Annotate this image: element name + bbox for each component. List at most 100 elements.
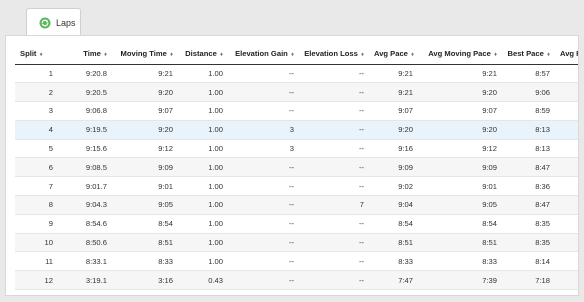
cell-avg-run-cadence bbox=[555, 214, 578, 234]
cell-elevation-gain: -- bbox=[228, 214, 299, 234]
summary-cell-avg-pace: 9:02 bbox=[369, 289, 418, 295]
cell-elevation-loss: -- bbox=[299, 82, 369, 103]
cell-avg-pace: 9:09 bbox=[369, 157, 418, 178]
cell-time: 9:15.6 bbox=[58, 139, 112, 159]
cell-moving-time: 9:09 bbox=[112, 157, 178, 178]
cell-avg-moving-pace: 9:01 bbox=[418, 176, 502, 197]
sort-icon: ♦ bbox=[290, 51, 294, 58]
column-header-label: Avg Run Cadence bbox=[560, 48, 578, 58]
cell-best-pace: 8:13 bbox=[502, 139, 555, 159]
cell-split: 9 bbox=[15, 214, 58, 234]
cell-time: 9:20.5 bbox=[58, 82, 112, 103]
cell-avg-pace: 9:07 bbox=[369, 101, 418, 121]
cell-time: 9:19.5 bbox=[58, 120, 112, 140]
table-header-row: Split ♦ Time ♦ Moving Time ♦ Distance ♦ Elev… bbox=[15, 43, 578, 65]
column-header-label: Avg Moving Pace bbox=[428, 48, 491, 58]
table-row[interactable]: 8 9:04.3 9:05 1.00 -- 7 9:04 9:05 8:47 bbox=[15, 195, 578, 215]
cell-avg-run-cadence bbox=[555, 139, 578, 159]
cell-elevation-loss: -- bbox=[299, 157, 369, 178]
table-row[interactable]: 4 9:19.5 9:20 1.00 3 -- 9:20 9:20 8:13 bbox=[15, 120, 578, 140]
cell-avg-run-cadence bbox=[555, 195, 578, 215]
cell-elevation-loss: -- bbox=[299, 101, 369, 121]
cell-split: 12 bbox=[15, 270, 58, 291]
sort-icon: ♦ bbox=[493, 51, 497, 58]
cell-avg-run-cadence bbox=[555, 251, 578, 272]
cell-distance: 1.00 bbox=[178, 101, 228, 121]
cell-elevation-gain: -- bbox=[228, 270, 299, 291]
cell-split: 6 bbox=[15, 157, 58, 178]
cell-moving-time: 3:16 bbox=[112, 270, 178, 291]
cell-avg-run-cadence bbox=[555, 101, 578, 121]
column-header-avg-moving-pace[interactable]: Avg Moving Pace ♦ bbox=[418, 43, 502, 65]
cell-split: 4 bbox=[15, 120, 58, 140]
cell-avg-pace: 8:33 bbox=[369, 251, 418, 272]
table-row[interactable]: 9 8:54.6 8:54 1.00 -- -- 8:54 8:54 8:35 bbox=[15, 214, 578, 234]
cell-avg-moving-pace: 9:09 bbox=[418, 157, 502, 178]
cell-moving-time: 9:20 bbox=[112, 82, 178, 103]
table-row[interactable]: 3 9:06.8 9:07 1.00 -- -- 9:07 9:07 8:59 bbox=[15, 101, 578, 121]
cell-distance: 1.00 bbox=[178, 120, 228, 140]
cell-elevation-loss: -- bbox=[299, 176, 369, 197]
cell-best-pace: 8:57 bbox=[502, 64, 555, 84]
column-header-split[interactable]: Split ♦ bbox=[15, 43, 58, 65]
cell-distance: 0.43 bbox=[178, 270, 228, 291]
column-header-best-pace[interactable]: Best Pace ♦ bbox=[502, 43, 555, 65]
summary-cell-split: Summary bbox=[15, 289, 58, 295]
laps-table-container[interactable]: Split ♦ Time ♦ Moving Time ♦ Distance ♦ Elev… bbox=[15, 43, 578, 295]
cell-moving-time: 9:20 bbox=[112, 120, 178, 140]
table-row[interactable]: 6 9:08.5 9:09 1.00 -- -- 9:09 9:09 8:47 bbox=[15, 157, 578, 178]
cell-avg-pace: 9:21 bbox=[369, 82, 418, 103]
cell-best-pace: 8:47 bbox=[502, 157, 555, 178]
summary-cell-time: 1:43:15.1 bbox=[58, 289, 112, 295]
column-header-avg-run-cadence[interactable]: Avg Run Cadence ♦ bbox=[555, 43, 578, 65]
summary-cell-avg-run-cadence bbox=[555, 289, 578, 295]
cell-avg-moving-pace: 9:07 bbox=[418, 101, 502, 121]
column-header-elevation-gain[interactable]: Elevation Gain ♦ bbox=[228, 43, 299, 65]
column-header-distance[interactable]: Distance ♦ bbox=[178, 43, 228, 65]
sort-icon: ♦ bbox=[39, 51, 43, 58]
cell-avg-pace: 9:04 bbox=[369, 195, 418, 215]
column-header-avg-pace[interactable]: Avg Pace ♦ bbox=[369, 43, 418, 65]
cell-moving-time: 9:01 bbox=[112, 176, 178, 197]
summary-cell-elevation-loss: 7 bbox=[299, 289, 369, 295]
cell-avg-pace: 8:54 bbox=[369, 214, 418, 234]
cell-avg-moving-pace: 8:51 bbox=[418, 233, 502, 253]
cell-distance: 1.00 bbox=[178, 251, 228, 272]
table-row[interactable]: 5 9:15.6 9:12 1.00 3 -- 9:16 9:12 8:13 bbox=[15, 139, 578, 159]
cell-split: 10 bbox=[15, 233, 58, 253]
cell-avg-moving-pace: 9:20 bbox=[418, 82, 502, 103]
cell-split: 8 bbox=[15, 195, 58, 215]
table-row[interactable]: 11 8:33.1 8:33 1.00 -- -- 8:33 8:33 8:14 bbox=[15, 251, 578, 272]
cell-elevation-gain: 3 bbox=[228, 139, 299, 159]
column-header-label: Elevation Loss bbox=[304, 48, 358, 58]
cell-avg-pace: 9:21 bbox=[369, 64, 418, 84]
cell-avg-pace: 9:16 bbox=[369, 139, 418, 159]
cell-time: 8:33.1 bbox=[58, 251, 112, 272]
sort-icon: ♦ bbox=[411, 51, 415, 58]
table-row[interactable]: 2 9:20.5 9:20 1.00 -- -- 9:21 9:20 9:06 bbox=[15, 82, 578, 103]
table-row[interactable]: 12 3:19.1 3:16 0.43 -- -- 7:47 7:39 7:18 bbox=[15, 270, 578, 291]
column-header-moving-time[interactable]: Moving Time ♦ bbox=[112, 43, 178, 65]
cell-avg-moving-pace: 8:33 bbox=[418, 251, 502, 272]
cell-avg-run-cadence bbox=[555, 233, 578, 253]
column-header-time[interactable]: Time ♦ bbox=[58, 43, 112, 65]
cell-avg-pace: 9:20 bbox=[369, 120, 418, 140]
sort-icon: ♦ bbox=[360, 51, 364, 58]
cell-avg-moving-pace: 9:20 bbox=[418, 120, 502, 140]
laps-table: Split ♦ Time ♦ Moving Time ♦ Distance ♦ Elev… bbox=[15, 43, 578, 295]
column-header-label: Distance bbox=[185, 48, 217, 58]
cell-elevation-gain: -- bbox=[228, 233, 299, 253]
cell-split: 2 bbox=[15, 82, 58, 103]
cell-split: 5 bbox=[15, 139, 58, 159]
cell-time: 8:54.6 bbox=[58, 214, 112, 234]
tab-laps[interactable]: Laps bbox=[26, 8, 81, 36]
cell-moving-time: 9:07 bbox=[112, 101, 178, 121]
cell-distance: 1.00 bbox=[178, 195, 228, 215]
column-header-elevation-loss[interactable]: Elevation Loss ♦ bbox=[299, 43, 369, 65]
table-row[interactable]: 1 9:20.8 9:21 1.00 -- -- 9:21 9:21 8:57 bbox=[15, 64, 578, 84]
sort-icon: ♦ bbox=[169, 51, 173, 58]
column-header-label: Split bbox=[20, 48, 37, 58]
table-row[interactable]: 7 9:01.7 9:01 1.00 -- -- 9:02 9:01 8:36 bbox=[15, 176, 578, 197]
cell-time: 9:20.8 bbox=[58, 64, 112, 84]
table-row[interactable]: 10 8:50.6 8:51 1.00 -- -- 8:51 8:51 8:35 bbox=[15, 233, 578, 253]
